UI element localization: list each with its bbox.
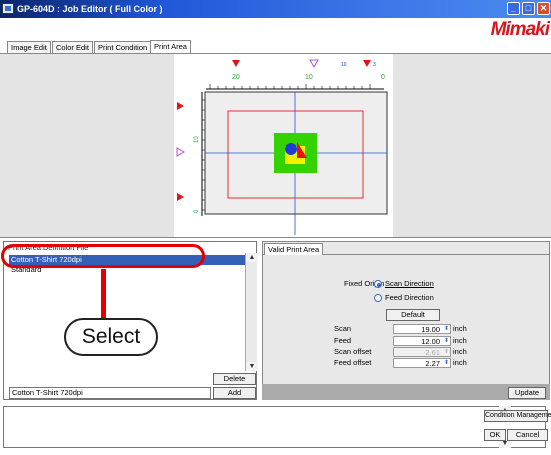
tab-image-edit[interactable]: Image Edit: [7, 41, 51, 53]
scroll-up-icon[interactable]: ▲: [246, 253, 258, 262]
file-list-scrollbar[interactable]: ▲ ▼: [245, 253, 258, 371]
ruler-label-left-10: 10: [194, 136, 200, 143]
update-button[interactable]: Update: [508, 387, 546, 399]
feed-input[interactable]: 12.00 ⬍: [393, 336, 451, 346]
maximize-icon: □: [525, 3, 532, 13]
ruler-label-0: 0: [381, 74, 385, 81]
feed-label: Feed: [334, 336, 352, 345]
maximize-button[interactable]: □: [522, 2, 535, 15]
close-button[interactable]: ✕: [537, 2, 550, 15]
scan-offset-input: 2.61 ⬍: [393, 347, 451, 357]
feed-offset-value: 2.27: [425, 359, 440, 368]
scan-value: 19.00: [421, 325, 440, 334]
spinner-icon: ⬍: [443, 349, 449, 355]
tab-color-edit[interactable]: Color Edit: [52, 41, 93, 53]
callout-pointer-line: [101, 269, 106, 321]
minimize-icon: _: [510, 3, 516, 13]
close-icon: ✕: [539, 3, 548, 13]
scan-offset-value: 2.61: [425, 348, 440, 357]
ruler-label-20: 20: [232, 74, 240, 81]
tab-print-condition[interactable]: Print Condition: [94, 41, 152, 53]
scan-input[interactable]: 19.00 ⬍: [393, 324, 451, 334]
brand-bar: [0, 18, 551, 39]
select-callout: Select: [64, 318, 158, 356]
marker-label-3: 3: [373, 62, 376, 68]
spinner-icon[interactable]: ⬍: [444, 325, 449, 334]
app-icon: [2, 3, 14, 14]
feed-direction-label[interactable]: Feed Direction: [385, 293, 434, 303]
feed-offset-input[interactable]: 2.27 ⬍: [393, 358, 451, 368]
message-panel: [3, 406, 546, 448]
scan-direction-label[interactable]: Scan Direction: [385, 279, 434, 289]
scan-unit: inch: [453, 324, 467, 333]
tab-print-area[interactable]: Print Area: [150, 40, 191, 53]
add-button[interactable]: Add: [213, 387, 256, 399]
marker-label-10: 10: [341, 62, 347, 68]
spinner-icon[interactable]: ⬍: [444, 337, 449, 346]
mimaki-logo: Mimaki: [490, 19, 550, 40]
valid-area-footer: [262, 384, 550, 400]
scroll-down-icon[interactable]: ▼: [246, 362, 258, 371]
scan-direction-radio[interactable]: [374, 280, 382, 288]
feed-direction-radio[interactable]: [374, 294, 382, 302]
spinner-icon[interactable]: ⬍: [444, 359, 449, 368]
feed-offset-unit: inch: [453, 358, 467, 367]
cancel-button[interactable]: Cancel: [507, 429, 548, 441]
print-image[interactable]: [274, 133, 317, 173]
window-title: GP-604D : Job Editor ( Full Color ): [17, 4, 163, 14]
scan-offset-unit: inch: [453, 347, 467, 356]
ruler-label-10: 10: [305, 74, 313, 81]
feed-unit: inch: [453, 336, 467, 345]
feed-offset-label: Feed offset: [334, 358, 372, 367]
minimize-button[interactable]: _: [507, 2, 520, 15]
delete-button[interactable]: Delete: [213, 373, 256, 385]
selection-highlight-oval: [1, 244, 205, 268]
default-button[interactable]: Default: [386, 309, 440, 321]
feed-value: 12.00: [421, 337, 440, 346]
file-name-input[interactable]: Cotton T-Shirt 720dpi: [9, 387, 211, 399]
tab-valid-print-area[interactable]: Valid Print Area: [264, 243, 324, 255]
scan-label: Scan: [334, 324, 352, 333]
scan-offset-label: Scan offset: [334, 347, 372, 356]
condition-management-button[interactable]: Condition Management: [484, 410, 551, 422]
print-area-preview[interactable]: 20 10 0 10 3 10 0: [174, 54, 393, 237]
ok-button[interactable]: OK: [484, 429, 506, 441]
